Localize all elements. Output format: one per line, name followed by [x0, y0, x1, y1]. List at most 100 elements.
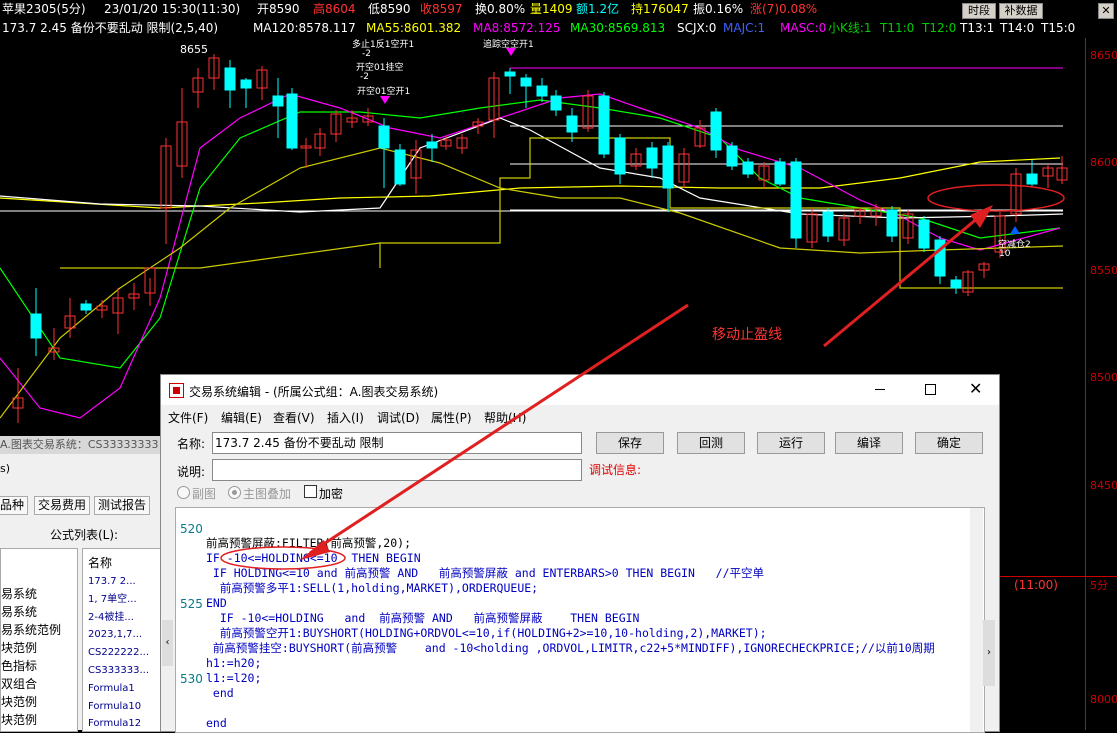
amount-value: 额1.2亿 [576, 2, 620, 16]
candle-body [662, 145, 674, 189]
tree-item[interactable]: 块范例 [1, 695, 37, 710]
radio-subchart-label: 副图 [192, 487, 217, 501]
tab-fees[interactable]: 交易费用 [34, 496, 91, 515]
period-button[interactable]: 时段 [962, 3, 996, 19]
tree-item[interactable]: 块范例 [1, 713, 37, 728]
menu-view[interactable]: 查看(V) [273, 409, 315, 426]
menu-insert[interactable]: 插入(I) [327, 409, 364, 426]
candle-body [934, 239, 946, 277]
candle-body [566, 115, 578, 133]
menu-file[interactable]: 文件(F) [168, 409, 208, 426]
candle-body [536, 85, 548, 97]
low-value: 低8590 [368, 2, 411, 16]
tab-product[interactable]: 品种 [0, 496, 29, 515]
menu-properties[interactable]: 属性(P) [431, 409, 472, 426]
candle-body [710, 111, 722, 151]
radio-overlay[interactable] [228, 486, 241, 499]
minimize-icon[interactable] [875, 389, 885, 390]
candle-body [426, 141, 438, 149]
menu-help[interactable]: 帮助(H) [484, 409, 526, 426]
close-icon[interactable]: ✕ [969, 379, 982, 398]
formula-item[interactable]: 2-4被挂... [88, 611, 160, 625]
stop-line [60, 242, 381, 269]
menu-edit[interactable]: 编辑(E) [221, 409, 262, 426]
candle-body [286, 93, 298, 149]
tree-item[interactable]: 易系统范例 [1, 623, 61, 638]
tree-item[interactable]: 双组合 [1, 677, 37, 692]
formula-list-label: 公式列表(L): [50, 528, 119, 542]
datetime-label: 23/01/20 15:30(11:30) [104, 2, 241, 16]
code-line: end [206, 686, 234, 700]
code-editor[interactable]: 520 525 530 前高预警屏蔽:FILTER(前高预警,20); IF -… [175, 507, 985, 733]
candle-body [822, 211, 834, 237]
scroll-right-icon[interactable]: › [983, 620, 995, 686]
volume-value: 量1409 [530, 2, 573, 16]
tick-8000: 8000 [1090, 693, 1117, 706]
formula-item[interactable]: CS333333... [88, 664, 160, 678]
code-line: IF -10<=HOLDING<=10 THEN BEGIN [206, 551, 421, 565]
encrypt-label: 加密 [319, 487, 344, 501]
desc-input[interactable] [212, 459, 582, 481]
scrollbar-vertical[interactable] [970, 508, 983, 732]
maximize-icon[interactable] [925, 384, 936, 395]
menu-debug[interactable]: 调试(D) [377, 409, 420, 426]
signal-label-1b: -2 [362, 49, 371, 59]
change-value: 涨(7)0.08% [750, 2, 818, 16]
candle-body [240, 79, 252, 89]
encrypt-checkbox[interactable] [304, 485, 317, 498]
tree-item[interactable]: 易系统 [1, 605, 37, 620]
indicator-header: 173.7 2.45 备份不要乱动 限制(2,5,40) MA120:8578.… [0, 20, 1117, 38]
panel-title: A.图表交易系统：CS33333333 [0, 436, 162, 454]
line-number: 520 [180, 522, 203, 536]
compile-button[interactable]: 编译 [835, 432, 903, 454]
fill-data-button[interactable]: 补数据 [999, 3, 1043, 19]
ok-button[interactable]: 确定 [915, 432, 983, 454]
formula-item[interactable]: Formula12 [88, 717, 160, 731]
run-button[interactable]: 运行 [757, 432, 825, 454]
masc-value: MASC:0 [780, 21, 827, 35]
tab-report[interactable]: 测试报告 [94, 496, 151, 515]
price-axis: 8650 8600 8550 8500 8450 5分 8000 [1085, 38, 1117, 730]
candle-body [550, 95, 562, 111]
panel-subicon: s) [0, 462, 11, 475]
ma120-value: MA120:8578.117 [253, 21, 356, 35]
candle-body [1026, 173, 1038, 185]
code-line: l1:=l20; [206, 671, 262, 685]
indicator-name: 173.7 2.45 备份不要乱动 限制(2,5,40) [2, 21, 219, 35]
tick-8550: 8550 [1090, 264, 1117, 277]
t11-value: T11:0 [880, 21, 915, 35]
code-line: h1:=h20; [206, 656, 262, 670]
formula-item[interactable]: CS222222... [88, 646, 160, 660]
scroll-left-icon[interactable]: ‹ [162, 620, 173, 666]
column-header-name[interactable]: 名称 [88, 554, 112, 571]
line-number: 525 [180, 597, 203, 611]
tree-item[interactable]: 色指标 [1, 659, 37, 674]
radio-overlay-label: 主图叠加 [243, 487, 292, 501]
turnover-value: 换0.80% [475, 2, 526, 16]
high-value: 高8604 [313, 2, 356, 16]
name-input[interactable]: 173.7 2.45 备份不要乱动 限制 [212, 432, 582, 454]
line-number: 530 [180, 672, 203, 686]
tree-pane: 易系统 易系统 易系统范例 块范例 色指标 双组合 块范例 块范例 [0, 548, 78, 732]
window-titlebar[interactable]: 交易系统编辑 - (所属公式组：A.图表交易系统) ✕ [161, 375, 999, 405]
signal-marker [1010, 226, 1020, 234]
tree-item[interactable]: 块范例 [1, 641, 37, 656]
formula-item[interactable]: 2023,1,7... [88, 628, 160, 642]
signal-label-4: 追踪空空开1 [483, 40, 534, 50]
tree-item[interactable]: 易系统 [1, 587, 37, 602]
candle-body [394, 149, 406, 185]
formula-item[interactable]: 173.7 2... [88, 575, 160, 589]
majc-value: MAJC:1 [723, 21, 766, 35]
formula-item[interactable]: Formula1 [88, 682, 160, 696]
formula-item[interactable]: Formula10 [88, 700, 160, 714]
formula-item[interactable]: 1, 7单空... [88, 593, 160, 607]
formula-editor-window: 交易系统编辑 - (所属公式组：A.图表交易系统) ✕ 文件(F) 编辑(E) … [160, 374, 1000, 733]
symbol-label: 苹果2305(5分) [2, 2, 86, 16]
radio-subchart[interactable] [177, 486, 190, 499]
close-icon[interactable]: ✕ [1098, 3, 1114, 19]
candle-body [774, 161, 786, 185]
backtest-button[interactable]: 回测 [677, 432, 745, 454]
save-button[interactable]: 保存 [596, 432, 664, 454]
candle-body [272, 95, 284, 107]
window-title: 交易系统编辑 - (所属公式组：A.图表交易系统) [189, 385, 439, 399]
